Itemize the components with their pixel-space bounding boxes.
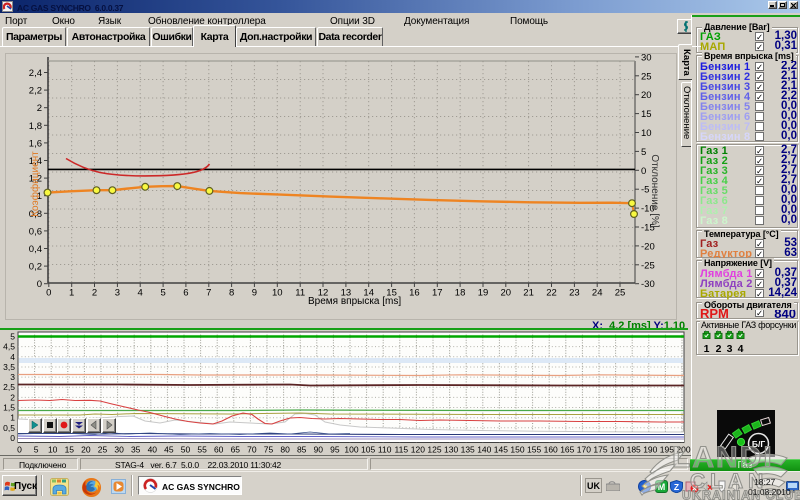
svg-text:3,5: 3,5 [3,362,15,372]
svg-text:1,5: 1,5 [3,403,15,413]
svg-text:110: 110 [378,445,392,455]
svg-text:15: 15 [641,109,652,120]
svg-text:Коэффициент: Коэффициент [29,151,41,217]
svg-text:8: 8 [229,288,234,299]
svg-text:170: 170 [577,445,591,455]
svg-text:5: 5 [34,445,39,455]
svg-text:30: 30 [114,445,124,455]
svg-text:22: 22 [546,288,557,299]
svg-text:9: 9 [252,288,257,299]
svg-text:10: 10 [48,445,58,455]
svg-text:10: 10 [641,128,652,139]
svg-text:18: 18 [455,288,466,299]
svg-text:19: 19 [478,288,489,299]
svg-text:4,5: 4,5 [3,342,15,352]
svg-text:105: 105 [361,445,375,455]
svg-text:4: 4 [138,288,143,299]
svg-text:65: 65 [231,445,241,455]
svg-text:2: 2 [37,103,42,114]
svg-text:125: 125 [427,445,441,455]
svg-text:0: 0 [641,166,646,177]
svg-text:25: 25 [98,445,108,455]
svg-text:20: 20 [641,90,652,101]
svg-text:130: 130 [444,445,458,455]
svg-text:0: 0 [37,279,42,290]
svg-text:45: 45 [164,445,174,455]
svg-text:115: 115 [395,445,409,455]
svg-text:0,4: 0,4 [29,244,42,255]
svg-text:30: 30 [641,52,652,63]
svg-text:160: 160 [544,445,558,455]
svg-text:95: 95 [330,445,340,455]
svg-text:0,6: 0,6 [29,226,42,237]
svg-text:5: 5 [160,288,165,299]
svg-text:5: 5 [641,147,646,158]
svg-text:90: 90 [314,445,324,455]
svg-text:100: 100 [344,445,358,455]
svg-text:21: 21 [523,288,534,299]
svg-text:155: 155 [527,445,541,455]
svg-text:55: 55 [197,445,207,455]
svg-text:40: 40 [148,445,158,455]
svg-text:2,4: 2,4 [29,68,42,79]
svg-text:23: 23 [569,288,580,299]
svg-text:35: 35 [131,445,141,455]
svg-text:80: 80 [280,445,290,455]
svg-text:20: 20 [81,445,91,455]
svg-text:0: 0 [17,445,22,455]
svg-text:1,8: 1,8 [29,121,42,132]
svg-text:0: 0 [46,288,51,299]
svg-text:25: 25 [641,71,652,82]
svg-text:6: 6 [183,288,188,299]
svg-text:-25: -25 [641,260,655,271]
svg-text:Отклонение [%]: Отклонение [%] [649,154,660,228]
svg-text:-30: -30 [641,279,655,290]
svg-text:3: 3 [10,372,15,382]
svg-text:0,5: 0,5 [3,423,15,433]
svg-text:16: 16 [409,288,420,299]
svg-text:24: 24 [592,288,603,299]
svg-text:145: 145 [494,445,508,455]
svg-text:150: 150 [510,445,524,455]
svg-text:11: 11 [295,288,305,299]
svg-text:17: 17 [432,288,443,299]
svg-text:2,2: 2,2 [29,86,42,97]
svg-text:2: 2 [92,288,97,299]
svg-text:140: 140 [477,445,491,455]
svg-text:Время впрыска [ms]: Время впрыска [ms] [308,296,401,307]
svg-text:20: 20 [501,288,512,299]
svg-text:1,6: 1,6 [29,138,42,149]
svg-text:135: 135 [461,445,475,455]
svg-text:7: 7 [206,288,211,299]
svg-text:75: 75 [264,445,274,455]
svg-text:15: 15 [65,445,75,455]
svg-text:2,5: 2,5 [3,382,15,392]
svg-text:120: 120 [411,445,425,455]
svg-text:1: 1 [10,413,15,423]
svg-text:-5: -5 [641,185,649,196]
svg-text:25: 25 [615,288,626,299]
svg-text:60: 60 [214,445,224,455]
svg-text:0: 0 [10,433,15,443]
svg-text:5: 5 [10,332,15,342]
svg-text:85: 85 [297,445,307,455]
svg-text:165: 165 [560,445,574,455]
svg-text:2: 2 [10,392,15,402]
svg-text:3: 3 [115,288,120,299]
svg-text:4: 4 [10,352,15,362]
svg-text:70: 70 [247,445,257,455]
svg-text:-20: -20 [641,241,655,252]
svg-text:50: 50 [181,445,191,455]
svg-text:10: 10 [272,288,283,299]
svg-text:1: 1 [69,288,74,299]
svg-text:0,2: 0,2 [29,262,42,273]
